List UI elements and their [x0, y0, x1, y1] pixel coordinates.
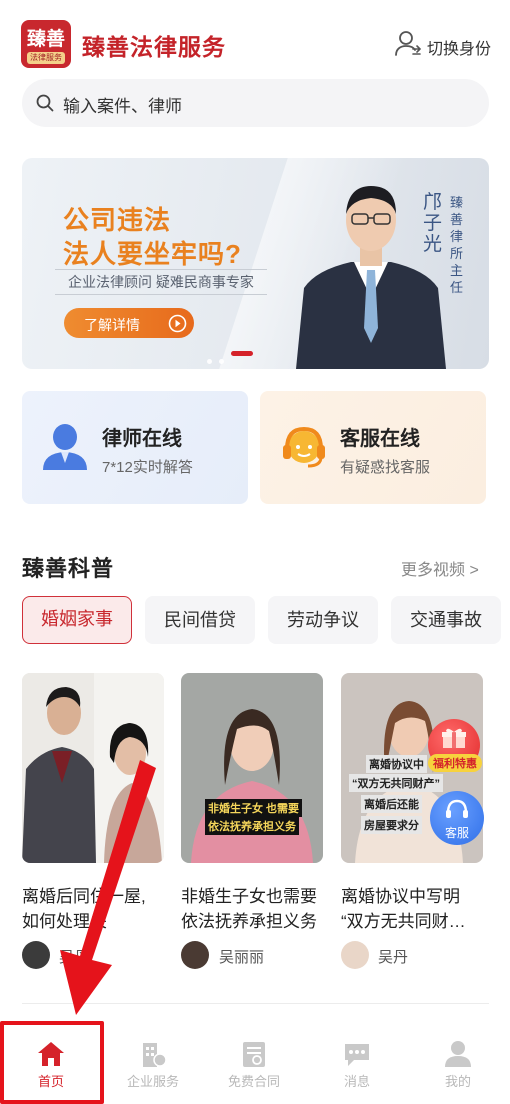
gift-icon — [442, 728, 466, 748]
lawyer-online-card[interactable]: 律师在线 7*12实时解答 — [22, 391, 248, 504]
tab-messages-label: 消息 — [343, 1074, 370, 1089]
section-title: 臻善科普 — [22, 556, 115, 581]
logo-subtext: 法律服务 — [27, 52, 65, 64]
floating-customer-service-button[interactable]: 客服 — [430, 791, 484, 845]
lawyer-name: 邝子光 — [423, 191, 443, 255]
tag-private-lending[interactable]: 民间借贷 — [145, 596, 255, 644]
switch-identity-label: 切换身份 — [427, 41, 492, 58]
contract-icon — [243, 1042, 265, 1067]
carousel-indicator — [207, 351, 253, 369]
user-icon — [445, 1041, 471, 1067]
avatar — [181, 941, 209, 969]
headset-icon — [283, 426, 325, 468]
learn-more-button[interactable]: 了解详情 — [64, 308, 194, 338]
search-icon — [36, 94, 54, 112]
tab-contract-label: 免费合同 — [227, 1074, 280, 1089]
search-bar[interactable]: 输入案件、律师 — [22, 79, 489, 127]
customer-service-title: 客服在线 — [340, 428, 420, 450]
banner-title-line2: 法人要坐牢吗? — [63, 239, 242, 269]
tag-labor-dispute[interactable]: 劳动争议 — [268, 596, 378, 644]
floating-cs-label: 客服 — [444, 826, 469, 840]
video-author-2: 吴丽丽 — [219, 949, 265, 966]
video-3-overlay-line1: 离婚协议中 — [366, 755, 427, 773]
promo-badge: 福利特惠 — [428, 754, 482, 772]
video-2-overlay-line2: 依法抚养承担义务 — [205, 817, 299, 835]
learn-more-label: 了解详情 — [84, 317, 140, 333]
video-3-overlay-line3: 离婚后还能 — [361, 795, 422, 813]
message-icon — [345, 1044, 369, 1066]
promo-banner[interactable]: 公司违法 法人要坐牢吗? 企业法律顾问 疑难民商事专家 了解详情 邝子光 臻善律… — [22, 158, 489, 369]
lawyer-online-title: 律师在线 — [102, 428, 182, 450]
video-title-3[interactable]: 离婚协议中写明 “双方无共同财… — [341, 884, 491, 934]
customer-service-card[interactable]: 客服在线 有疑惑找客服 — [260, 391, 486, 504]
headset-icon — [446, 799, 468, 818]
video-author-3: 吴丹 — [378, 949, 409, 966]
avatar — [341, 941, 369, 969]
tab-enterprise-service[interactable]: 企业服务 — [113, 1040, 193, 1100]
video-3-overlay-line2: “双方无共同财产” — [349, 774, 443, 792]
lawyer-icon — [43, 424, 87, 470]
building-icon — [143, 1043, 167, 1067]
video-thumbnail-2[interactable]: 非婚生子女 也需要 依法抚养承担义务 — [181, 673, 323, 863]
banner-title-line1: 公司违法 — [63, 205, 172, 235]
tab-enterprise-label: 企业服务 — [126, 1074, 179, 1089]
logo-text: 臻善 — [26, 28, 65, 50]
tab-free-contract[interactable]: 免费合同 — [214, 1040, 294, 1100]
video-3-overlay-line4: 房屋要求分 — [361, 816, 422, 834]
play-circle-icon — [168, 314, 187, 333]
search-placeholder: 输入案件、律师 — [63, 97, 182, 116]
lawyer-online-subtitle: 7*12实时解答 — [102, 459, 193, 476]
tag-traffic-accident[interactable]: 交通事故 — [391, 596, 501, 644]
tab-profile-label: 我的 — [444, 1074, 471, 1089]
app-name: 臻善法律服务 — [82, 34, 226, 61]
lawyer-role: 臻善律所主任 — [450, 195, 464, 295]
annotation-highlight-box — [0, 1021, 104, 1104]
tag-marriage-family[interactable]: 婚姻家事 — [22, 596, 132, 644]
video-title-2[interactable]: 非婚生子女也需要 依法抚养承担义务 — [181, 884, 331, 934]
app-logo: 臻善 法律服务 — [21, 20, 71, 68]
banner-subtitle: 企业法律顾问 疑难民商事专家 — [55, 269, 267, 295]
customer-service-subtitle: 有疑惑找客服 — [340, 459, 431, 476]
more-videos-link[interactable]: 更多视频 > — [401, 556, 479, 580]
tab-profile[interactable]: 我的 — [418, 1040, 498, 1100]
annotation-arrow — [60, 760, 156, 1015]
user-switch-icon — [395, 31, 422, 56]
tab-messages[interactable]: 消息 — [317, 1040, 397, 1100]
video-2-overlay-line1: 非婚生子女 也需要 — [205, 799, 303, 817]
